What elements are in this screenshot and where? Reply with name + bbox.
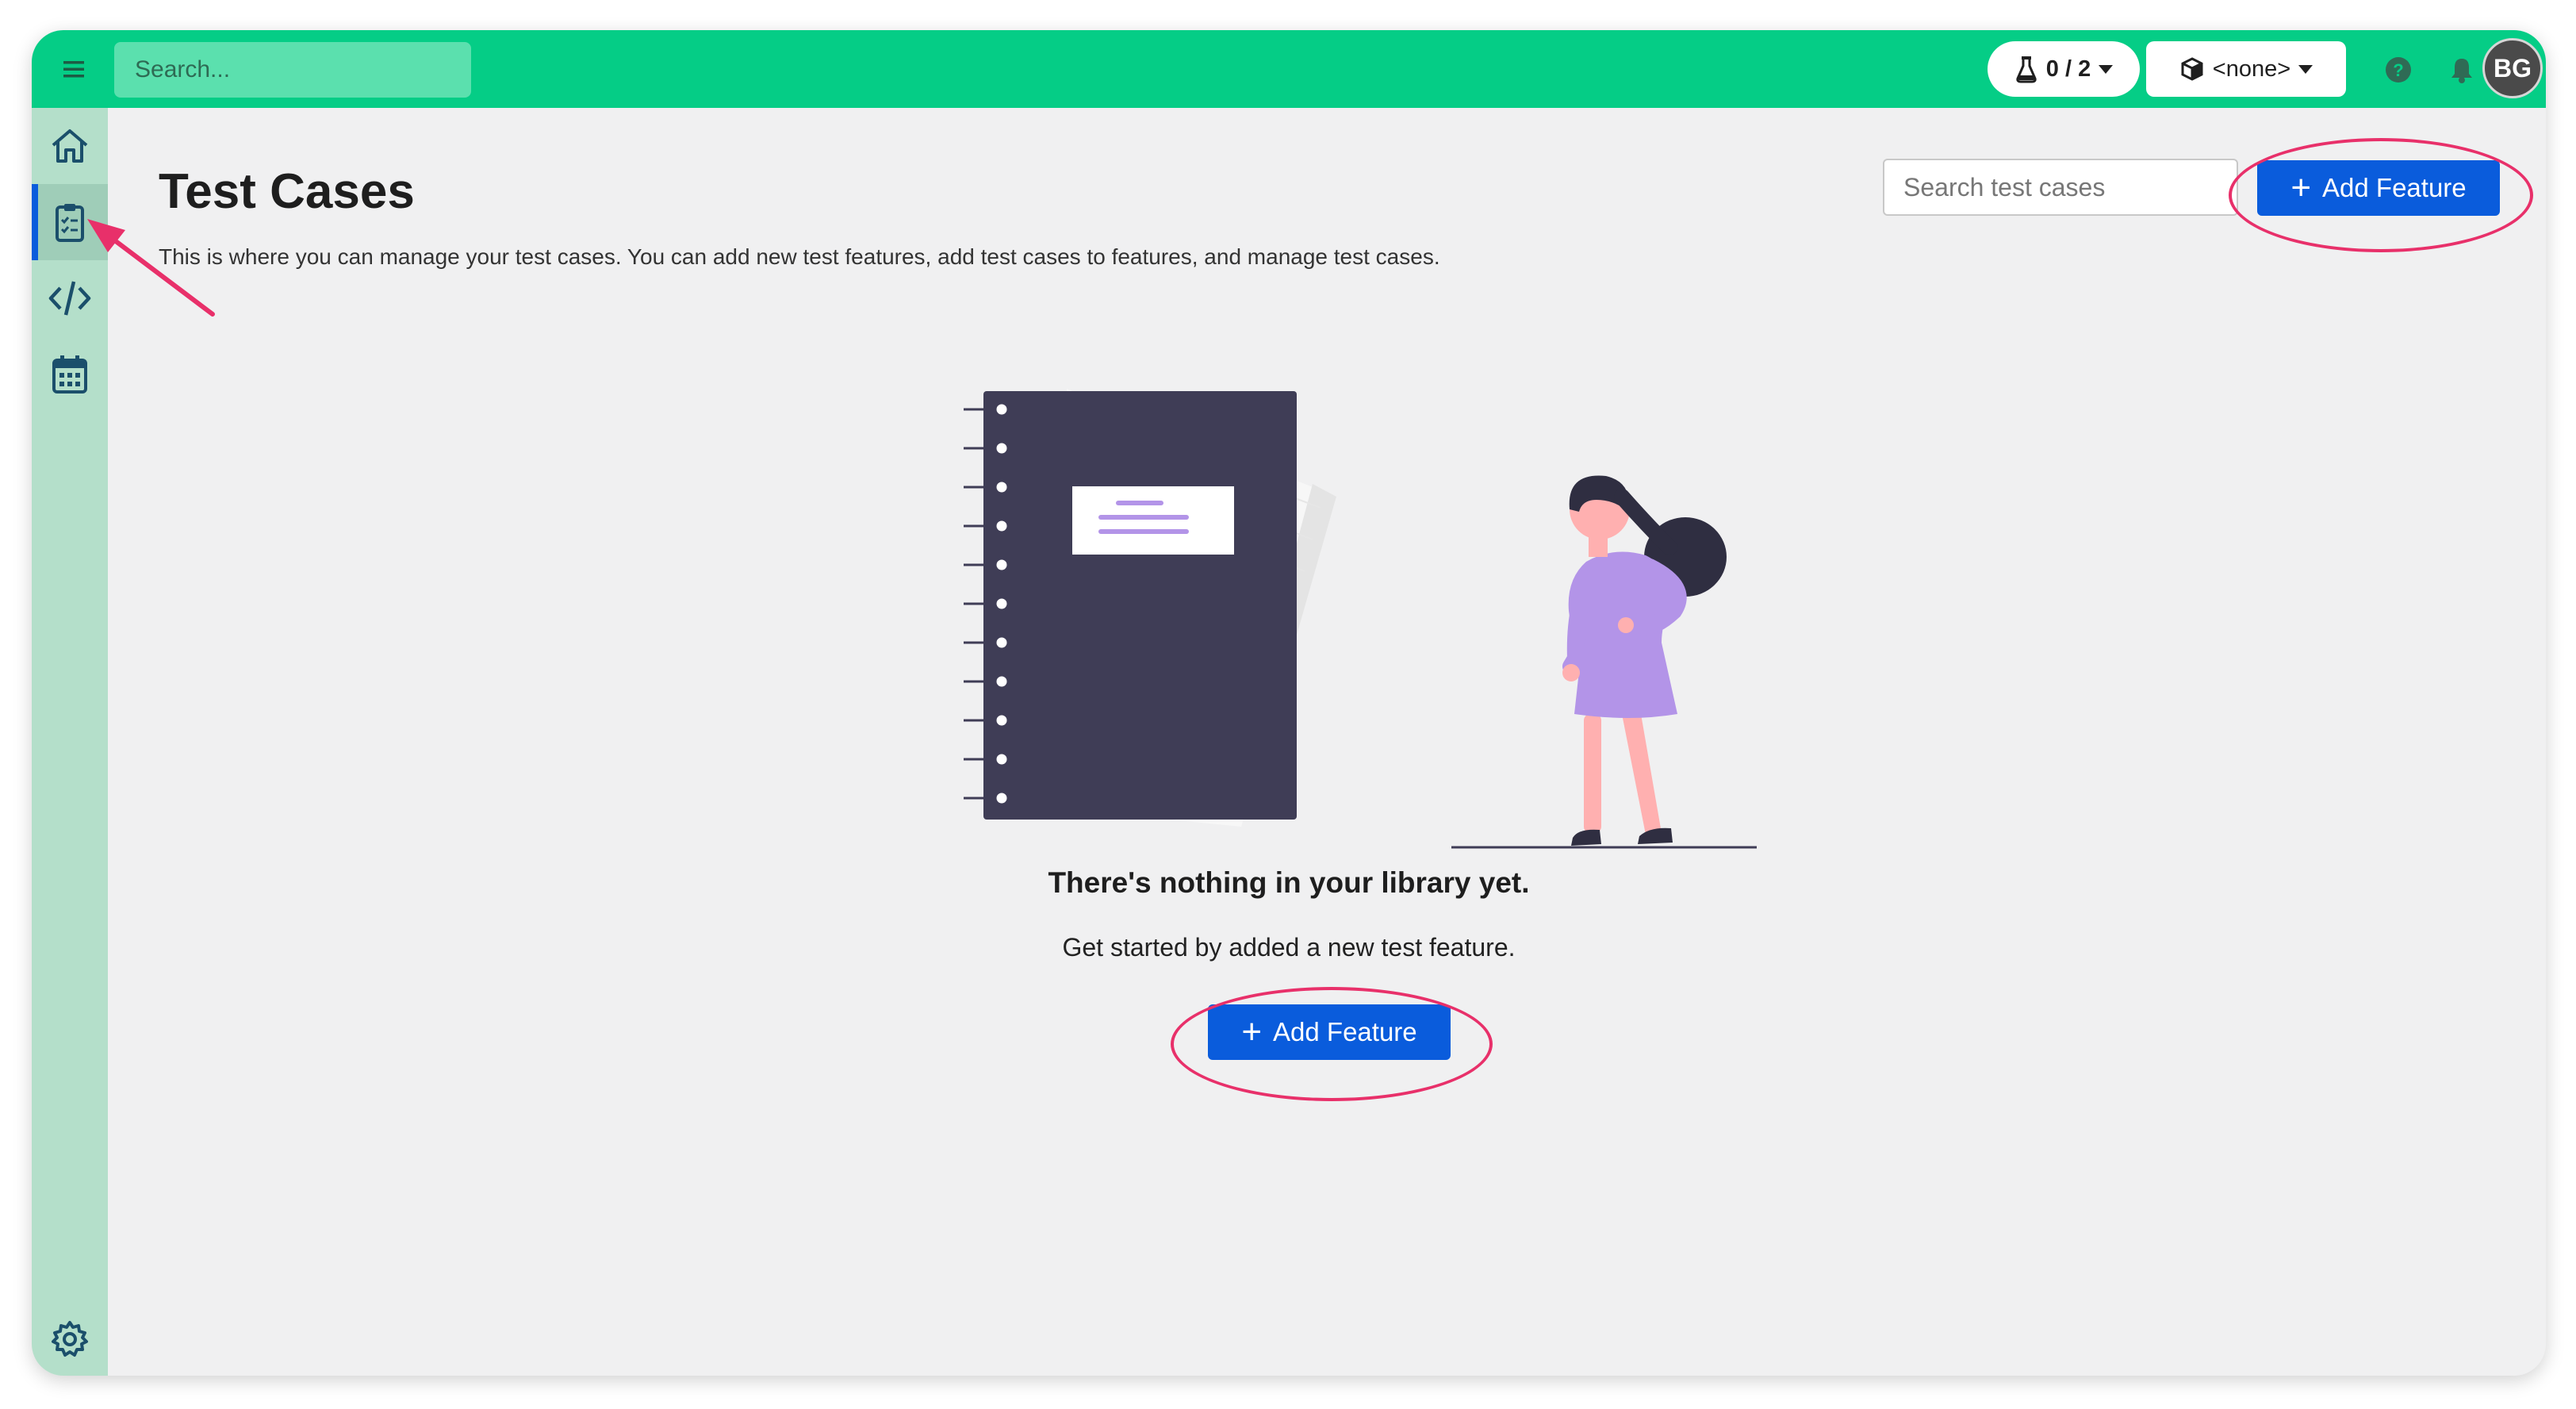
page-description: This is where you can manage your test c… bbox=[159, 244, 1440, 269]
flask-icon bbox=[2016, 56, 2037, 83]
chevron-down-icon bbox=[2099, 64, 2114, 74]
test-run-quota-dropdown[interactable]: 0 / 2 bbox=[1988, 41, 2140, 97]
empty-add-feature-label: Add Feature bbox=[1273, 1017, 1417, 1046]
empty-state-title: There's nothing in your library yet. bbox=[1048, 866, 1530, 899]
empty-add-feature-button[interactable]: + Add Feature bbox=[1208, 1004, 1451, 1060]
global-search-input[interactable]: Search... bbox=[114, 42, 471, 98]
add-feature-button[interactable]: + Add Feature bbox=[2257, 160, 2500, 216]
add-feature-label: Add Feature bbox=[2322, 173, 2467, 202]
cube-icon bbox=[2181, 57, 2203, 81]
sidebar-item-home[interactable] bbox=[32, 108, 108, 184]
top-bar: Search... 0 / 2 <none> ? BG bbox=[32, 30, 2546, 108]
plus-icon: + bbox=[1241, 1012, 1263, 1051]
quota-label: 0 / 2 bbox=[2045, 56, 2091, 82]
annotation-arrow bbox=[87, 219, 215, 317]
gear-icon bbox=[52, 1321, 88, 1357]
bell-icon[interactable] bbox=[2448, 56, 2476, 84]
search-test-cases-input[interactable]: Search test cases bbox=[1883, 159, 2238, 216]
sidebar-item-schedule[interactable] bbox=[32, 336, 108, 413]
environment-label: <none> bbox=[2212, 56, 2291, 82]
chevron-down-icon bbox=[2298, 64, 2313, 74]
environment-dropdown[interactable]: <none> bbox=[2146, 41, 2346, 97]
plus-icon: + bbox=[2290, 168, 2312, 207]
home-icon bbox=[52, 129, 88, 163]
svg-text:?: ? bbox=[2393, 60, 2403, 80]
menu-icon[interactable] bbox=[59, 54, 89, 84]
calendar-icon bbox=[52, 355, 87, 394]
app-window: Search... 0 / 2 <none> ? BG Test Cases T… bbox=[32, 30, 2546, 1376]
user-avatar[interactable]: BG bbox=[2482, 38, 2543, 98]
help-icon[interactable]: ? bbox=[2384, 56, 2413, 84]
sidebar-item-settings[interactable] bbox=[32, 1301, 108, 1376]
empty-state-subtitle: Get started by added a new test feature. bbox=[1062, 933, 1516, 962]
empty-library-illustration bbox=[964, 389, 1757, 849]
